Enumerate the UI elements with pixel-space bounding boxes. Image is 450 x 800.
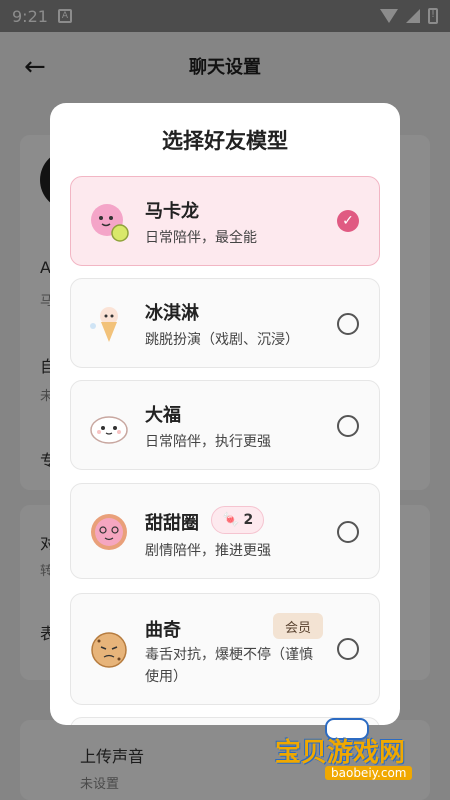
option-name: 曲奇 bbox=[145, 620, 181, 641]
option-macaron[interactable]: 马卡龙 日常陪伴，最全能 ✓ bbox=[70, 176, 380, 266]
option-donut[interactable]: 甜甜圈 🍬 2 剧情陪伴，推进更强 bbox=[70, 483, 380, 579]
donut-icon bbox=[91, 514, 127, 550]
option-name: 甜甜圈 bbox=[145, 513, 199, 534]
option-desc: 剧情陪伴，推进更强 bbox=[145, 543, 271, 559]
macaron-icon bbox=[91, 204, 129, 242]
radio-button[interactable] bbox=[337, 521, 359, 543]
checkmark-icon[interactable]: ✓ bbox=[337, 210, 359, 232]
donut-count-badge: 🍬 2 bbox=[211, 506, 265, 534]
option-desc: 日常陪伴，最全能 bbox=[145, 230, 257, 246]
option-desc: 跳脱扮演（戏剧、沉浸） bbox=[145, 332, 299, 348]
daifuku-icon bbox=[90, 416, 128, 444]
option-name: 大福 bbox=[145, 405, 181, 426]
model-select-dialog: 选择好友模型 马卡龙 日常陪伴，最全能 ✓ 冰淇淋 跳脱扮演（戏剧、沉浸） 大福… bbox=[50, 103, 400, 725]
radio-button[interactable] bbox=[337, 415, 359, 437]
option-desc: 毒舌对抗，爆梗不停（谨慎使用） bbox=[145, 647, 313, 685]
radio-button[interactable] bbox=[337, 313, 359, 335]
icecream-icon bbox=[90, 307, 118, 342]
radio-button[interactable] bbox=[337, 638, 359, 660]
option-name: 冰淇淋 bbox=[145, 303, 199, 324]
option-daifuku[interactable]: 大福 日常陪伴，执行更强 bbox=[70, 380, 380, 470]
watermark-title: 宝贝游戏网 bbox=[275, 738, 406, 768]
candy-icon: 🍬 bbox=[222, 512, 240, 528]
badge-count: 2 bbox=[243, 512, 254, 528]
watermark-url: baobeiy.com bbox=[325, 766, 413, 780]
option-desc: 日常陪伴，执行更强 bbox=[145, 434, 271, 450]
option-icecream[interactable]: 冰淇淋 跳脱扮演（戏剧、沉浸） bbox=[70, 278, 380, 368]
watermark-logo: 宝贝游戏网 baobeiy.com bbox=[270, 718, 450, 800]
cookie-icon bbox=[91, 632, 127, 668]
vip-tag: 会员 bbox=[273, 613, 323, 639]
dialog-title: 选择好友模型 bbox=[162, 129, 288, 153]
option-name: 马卡龙 bbox=[145, 201, 199, 222]
option-cookie[interactable]: 曲奇 会员 毒舌对抗，爆梗不停（谨慎使用） bbox=[70, 593, 380, 705]
